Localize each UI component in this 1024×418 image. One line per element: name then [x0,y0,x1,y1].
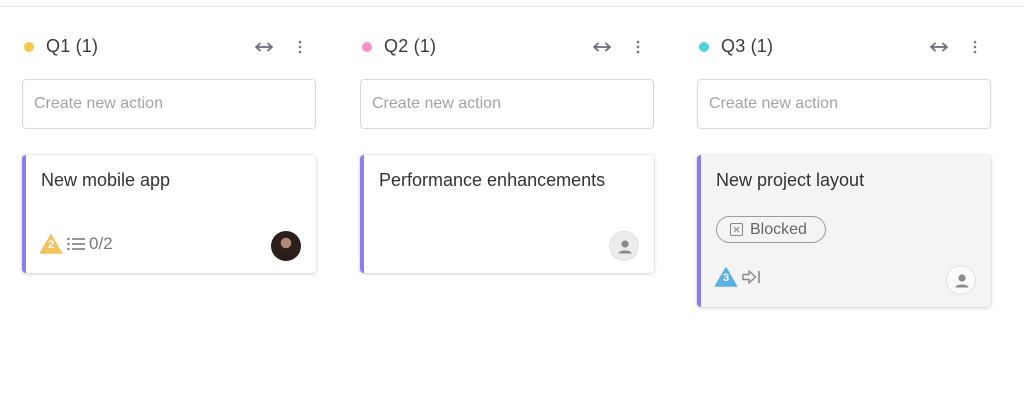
column-header: Q3 (1) [697,34,991,60]
person-icon [955,274,969,288]
column-title: Q1 (1) [46,36,99,56]
assignee-avatar[interactable] [609,231,639,261]
priority-number: 2 [47,239,55,251]
more-vertical-icon[interactable] [634,39,642,55]
top-divider [0,6,1024,7]
expand-horizontal-icon[interactable] [927,38,951,56]
priority-badge: 2 [39,233,63,255]
priority-badge: 3 [714,266,738,288]
card-footer: 3 [714,265,763,289]
tag-label: Blocked [750,220,807,238]
column-header: Q1 (1) [22,34,316,60]
action-card[interactable]: New project layout Blocked 3 [697,155,991,307]
more-vertical-icon[interactable] [971,39,979,55]
card-title: Performance enhancements [379,170,606,190]
more-vertical-icon[interactable] [296,39,304,55]
column-color-dot [24,42,34,52]
expand-horizontal-icon[interactable] [590,38,614,56]
arrow-into-bar-icon [742,270,760,284]
column-title: Q3 (1) [721,36,774,56]
column-title: Q2 (1) [384,36,437,56]
blocked-x-icon [730,223,743,236]
checklist-progress[interactable]: 0/2 [66,234,113,254]
person-icon [618,240,632,254]
action-card[interactable]: New mobile app 2 0/2 [22,155,316,273]
card-title: New project layout [716,170,865,190]
card-title: New mobile app [41,170,171,190]
create-action-input[interactable] [697,79,991,129]
column-header: Q2 (1) [360,34,654,60]
priority-number: 3 [722,272,730,284]
checklist-count: 0/2 [89,234,113,253]
assignee-avatar[interactable] [271,231,301,261]
blocked-tag[interactable]: Blocked [716,216,826,243]
assignee-avatar[interactable] [946,265,976,295]
create-action-input[interactable] [22,79,316,129]
card-footer: 2 0/2 [39,232,113,256]
expand-horizontal-icon[interactable] [252,38,276,56]
action-card[interactable]: Performance enhancements [360,155,654,273]
column-color-dot [699,42,709,52]
list-icon [67,237,85,251]
column-color-dot [362,42,372,52]
create-action-input[interactable] [360,79,654,129]
